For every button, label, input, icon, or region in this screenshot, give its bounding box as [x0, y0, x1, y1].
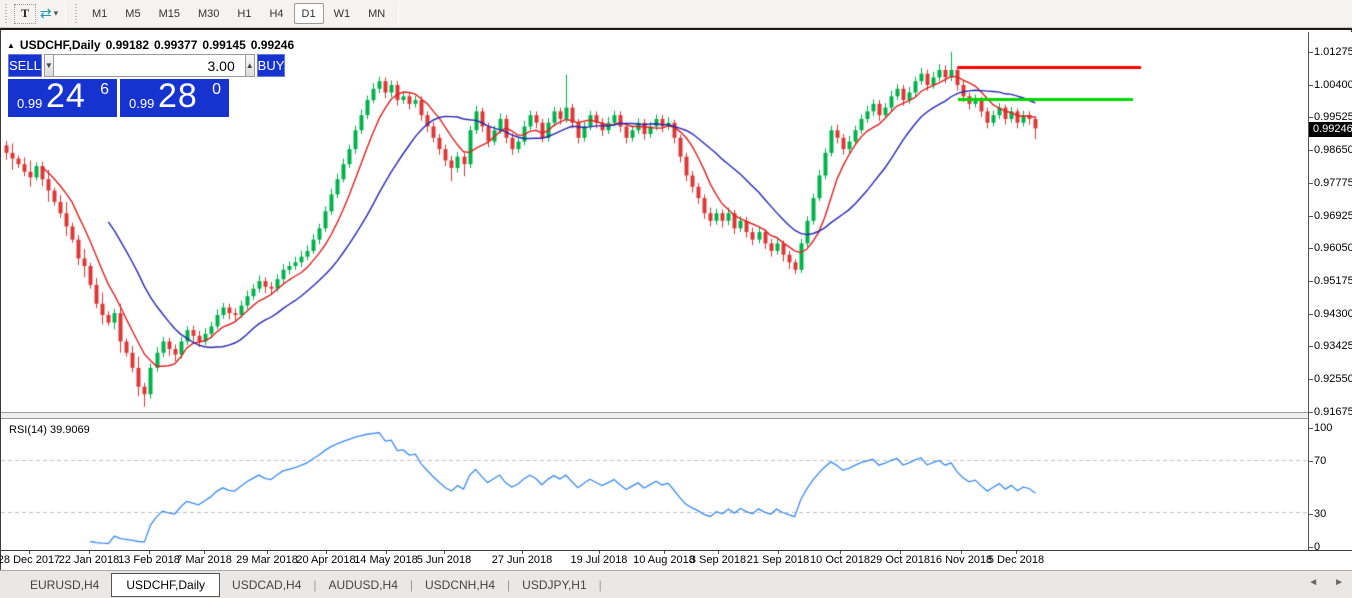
buy-price-prefix: 0.99: [129, 96, 154, 111]
timeframe-button-m1[interactable]: M1: [84, 3, 115, 24]
ohlc-open: 0.99182: [106, 38, 149, 52]
price-axis-label: 0.93425: [1314, 340, 1352, 352]
tab-separator: |: [599, 578, 602, 592]
rsi-label: RSI(14) 39.9069: [9, 424, 90, 436]
timeframe-button-w1[interactable]: W1: [326, 3, 359, 24]
volume-decrease-button[interactable]: ▼: [44, 54, 54, 77]
timeframe-button-d1[interactable]: D1: [294, 3, 324, 24]
rsi-scale-label: 30: [1314, 508, 1326, 520]
collapse-icon[interactable]: ▲: [7, 41, 15, 50]
timeframe-button-h4[interactable]: H4: [261, 3, 291, 24]
toolbar-grip[interactable]: [73, 4, 80, 24]
tabs-scroll-left-icon[interactable]: ◄: [1308, 577, 1318, 588]
ohlc-close: 0.99246: [251, 38, 294, 52]
timeframe-button-m15[interactable]: M15: [151, 3, 188, 24]
price-axis-label: 0.98650: [1314, 144, 1352, 156]
objects-tool-button[interactable]: ⇄ ▾: [38, 3, 60, 25]
sell-price-pip: 6: [100, 81, 109, 99]
price-axis-label: 0.92550: [1314, 373, 1352, 385]
top-toolbar: T ⇄ ▾ M1M5M15M30H1H4D1W1MN: [0, 0, 1352, 28]
symbol-period-label: USDCHF,Daily: [20, 38, 101, 52]
price-axis-label: 0.94300: [1314, 308, 1352, 320]
chart-tab-usdcnh[interactable]: USDCNH,H4: [413, 574, 507, 596]
buy-price-box[interactable]: 0.99 28 0: [120, 79, 229, 117]
buy-button[interactable]: BUY: [257, 54, 286, 77]
chevron-down-icon: ▾: [54, 8, 59, 19]
timeframe-button-m5[interactable]: M5: [117, 3, 148, 24]
price-axis-label: 0.95175: [1314, 275, 1352, 287]
rsi-scale-label: 100: [1314, 422, 1332, 434]
toolbar-separator: [398, 3, 399, 25]
timeframe-button-h1[interactable]: H1: [229, 3, 259, 24]
rsi-indicator-area[interactable]: RSI(14) 39.9069: [1, 419, 1308, 550]
sell-price-prefix: 0.99: [17, 96, 42, 111]
panel-splitter[interactable]: [1, 412, 1352, 419]
rsi-scale-label: 0: [1314, 541, 1320, 553]
price-axis-label: 1.01275: [1314, 46, 1352, 58]
one-click-trade-panel: SELL ▼ ▲ BUY 0.99 24 6 0.99 28 0: [8, 54, 229, 117]
price-axis-label: 0.96050: [1314, 242, 1352, 254]
time-axis-label: 5 Dec 2018: [971, 554, 1061, 566]
sell-price-big: 24: [46, 77, 86, 116]
price-axis-label: 0.91675: [1314, 406, 1352, 418]
chart-tab-usdcad[interactable]: USDCAD,H4: [220, 574, 313, 596]
text-tool-icon[interactable]: T: [14, 4, 36, 24]
tabs-scroll-right-icon[interactable]: ►: [1334, 577, 1344, 588]
chart-title: ▲ USDCHF,Daily 0.99182 0.99377 0.99145 0…: [7, 38, 294, 52]
price-chart-area[interactable]: ▲ USDCHF,Daily 0.99182 0.99377 0.99145 0…: [1, 32, 1308, 412]
volume-increase-button[interactable]: ▲: [245, 54, 255, 77]
price-axis[interactable]: 1.012751.004000.995250.986500.977750.969…: [1308, 32, 1352, 550]
chart-window: ▲ USDCHF,Daily 0.99182 0.99377 0.99145 0…: [0, 28, 1352, 570]
chart-tabbar: EURUSD,H4USDCHF,DailyUSDCAD,H4 | AUDUSD,H4…: [0, 570, 1352, 598]
timeframe-button-m30[interactable]: M30: [190, 3, 227, 24]
current-price-tag: 0.99246: [1309, 122, 1352, 137]
volume-input[interactable]: [54, 54, 245, 77]
chart-tab-usdjpy[interactable]: USDJPY,H1: [510, 574, 598, 596]
price-axis-label: 0.97775: [1314, 177, 1352, 189]
toolbar-separator: [65, 3, 66, 25]
rsi-scale-label: 70: [1314, 455, 1326, 467]
sell-price-box[interactable]: 0.99 24 6: [8, 79, 117, 117]
price-axis-label: 0.96925: [1314, 210, 1352, 222]
time-axis-label: 5 Jun 2018: [399, 554, 489, 566]
chart-tab-eurusd[interactable]: EURUSD,H4: [18, 574, 111, 596]
timeframe-group: M1M5M15M30H1H4D1W1MN: [83, 3, 394, 24]
chart-tab-usdchf[interactable]: USDCHF,Daily: [111, 573, 220, 597]
ohlc-low: 0.99145: [202, 38, 245, 52]
rsi-canvas[interactable]: [1, 419, 1308, 550]
price-axis-label: 1.00400: [1314, 79, 1352, 91]
time-axis[interactable]: 28 Dec 201722 Jan 201813 Feb 20187 Mar 2…: [1, 550, 1352, 570]
ohlc-high: 0.99377: [154, 38, 197, 52]
timeframe-button-mn[interactable]: MN: [360, 3, 393, 24]
arrows-icon: ⇄: [40, 5, 52, 22]
chart-tab-audusd[interactable]: AUDUSD,H4: [317, 574, 410, 596]
toolbar-grip[interactable]: [3, 4, 10, 24]
sell-button[interactable]: SELL: [8, 54, 42, 77]
buy-price-big: 28: [158, 77, 198, 116]
buy-price-pip: 0: [212, 81, 221, 99]
